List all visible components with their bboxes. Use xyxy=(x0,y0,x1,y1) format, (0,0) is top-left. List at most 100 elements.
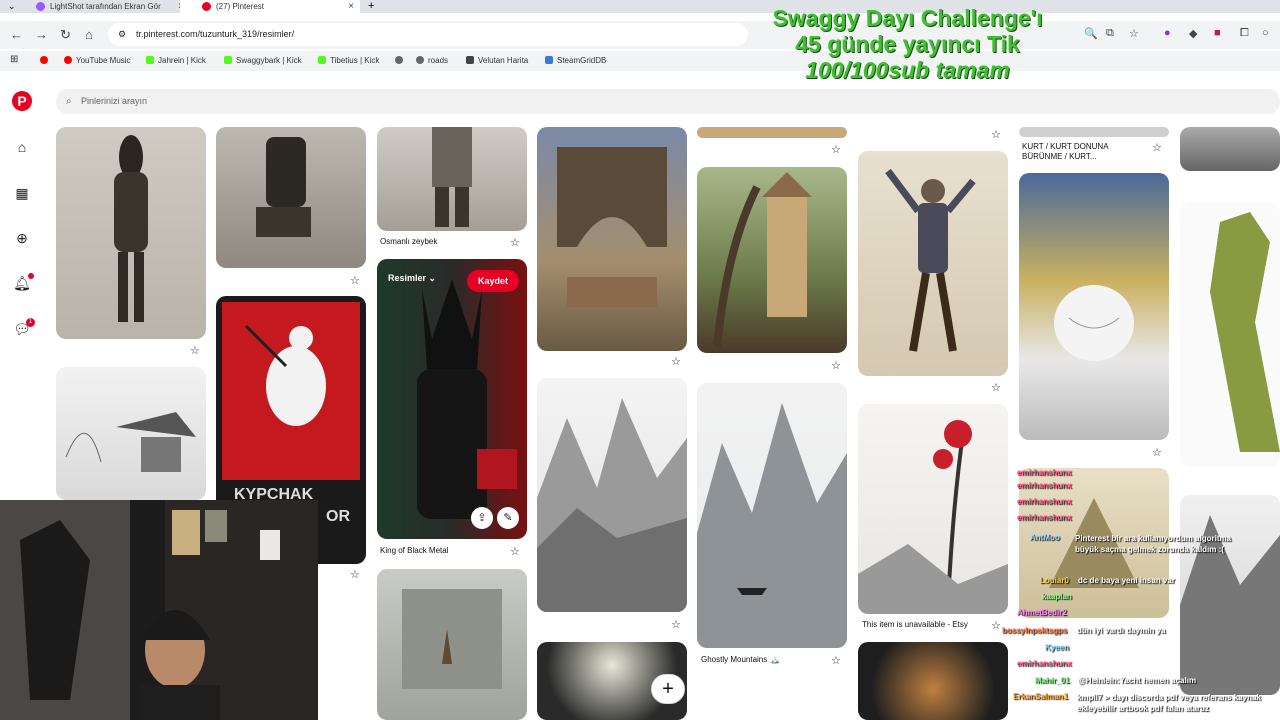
profile-icon[interactable]: ○ xyxy=(1262,27,1269,39)
pin-caption[interactable]: Ghostly Mountains 🏔️ xyxy=(701,655,779,664)
reload-icon[interactable]: ↻ xyxy=(60,27,71,43)
pin-red-tree[interactable] xyxy=(858,404,1008,614)
save-star-icon[interactable]: ☆ xyxy=(991,619,1001,632)
bookmark-steamgriddb[interactable]: SteamGridDB xyxy=(545,56,606,65)
save-star-icon[interactable]: ☆ xyxy=(831,654,841,667)
chat-username: bossylnpsktsgps xyxy=(1002,626,1068,635)
chat-username: emirhanshunx xyxy=(1017,513,1072,522)
pin-image xyxy=(713,172,812,348)
create-icon[interactable]: ⊕ xyxy=(13,229,31,247)
bookmark-star-icon[interactable]: ☆ xyxy=(1129,27,1139,40)
kick-icon xyxy=(224,56,232,64)
pin-image xyxy=(244,324,326,426)
tab-pinterest[interactable]: (27) Pinterest × xyxy=(180,0,360,13)
save-star-icon[interactable]: ☆ xyxy=(1152,446,1162,459)
bookmark-roads[interactable]: roads xyxy=(416,56,448,65)
save-star-icon[interactable]: ☆ xyxy=(991,381,1001,394)
pin-ruins-painting[interactable] xyxy=(537,127,687,351)
tab-label: (27) Pinterest xyxy=(216,2,265,11)
save-star-icon[interactable]: ☆ xyxy=(510,545,520,558)
roads-icon xyxy=(416,56,424,64)
close-tab-icon[interactable]: × xyxy=(348,0,354,13)
pin-osmanli-zeybek[interactable] xyxy=(377,127,527,231)
bookmark-globe[interactable] xyxy=(395,56,407,65)
save-star-icon[interactable]: ☆ xyxy=(350,568,360,581)
save-star-icon[interactable]: ☆ xyxy=(991,128,1001,141)
tab-lightshot[interactable]: LightShot tarafından Ekran Gör × xyxy=(14,0,190,13)
pin-top-partial-2[interactable] xyxy=(1019,127,1169,137)
bookmark-youtube[interactable] xyxy=(40,56,52,65)
share-icon[interactable]: ⇪ xyxy=(471,507,493,529)
chat-username: emirhanshunx xyxy=(1017,481,1072,490)
pin-king-of-black-metal[interactable] xyxy=(377,259,527,539)
overlay-line-2: 45 günde yayıncı Tik xyxy=(795,31,1020,57)
pin-caption[interactable]: KURT / KURT DONUNA BÜRÜNME / KURT... xyxy=(1022,142,1137,162)
pin-stone-cube[interactable] xyxy=(377,569,527,720)
save-star-icon[interactable]: ☆ xyxy=(1152,141,1162,154)
forward-icon[interactable]: → xyxy=(35,27,48,42)
new-tab-button[interactable]: + xyxy=(368,0,374,13)
extensions-puzzle-icon[interactable]: ⧠ xyxy=(1240,27,1249,40)
chat-username: kaaplan xyxy=(1042,592,1072,601)
board-select-button[interactable]: Resimler ⌄ xyxy=(388,273,436,284)
browser-tab-strip: ⌄ LightShot tarafından Ekran Gör × (27) … xyxy=(0,0,1280,13)
pin-dancing-man[interactable] xyxy=(858,151,1008,376)
edit-pencil-icon[interactable]: ✎ xyxy=(497,507,519,529)
extension-icon[interactable]: ● xyxy=(1164,27,1171,39)
pin-caption[interactable]: King of Black Metal xyxy=(380,546,448,555)
save-star-icon[interactable]: ☆ xyxy=(190,344,200,357)
cast-icon[interactable]: ⧉ xyxy=(1106,27,1114,40)
pin-image xyxy=(417,279,517,519)
pin-top-partial[interactable] xyxy=(697,127,847,138)
chat-username: emirhanshunx xyxy=(1017,468,1072,477)
chat-message: dün iyi vardı daymin ya xyxy=(1077,626,1166,635)
pin-ink-mountains-1[interactable] xyxy=(537,378,687,612)
bookmark-jahrein[interactable]: Jahrein | Kick xyxy=(146,56,206,65)
kick-icon xyxy=(146,56,154,64)
site-info-icon[interactable]: ⚙ xyxy=(118,23,126,46)
bookmark-label: SteamGridDB xyxy=(557,56,607,65)
pin-fisheye-2[interactable] xyxy=(858,642,1008,720)
pin-caption[interactable]: This item is unavailable - Etsy xyxy=(862,620,968,629)
search-icon: ⌕ xyxy=(66,96,72,107)
save-star-icon[interactable]: ☆ xyxy=(510,236,520,249)
messages-badge: 1 xyxy=(26,318,35,327)
pin-fairytale-tower[interactable] xyxy=(697,167,847,353)
webcam-overlay xyxy=(0,500,318,720)
search-input[interactable]: ⌕ Pinlerinizi arayın xyxy=(56,89,1280,114)
chat-message: Pinterest bir ara kullanıyordum algoritm… xyxy=(1075,534,1232,554)
pin-mask-bowl[interactable] xyxy=(1019,173,1169,440)
back-icon[interactable]: ← xyxy=(10,27,23,42)
pin-ottoman-portrait[interactable] xyxy=(56,127,206,339)
home-icon[interactable]: ⌂ xyxy=(85,27,93,42)
bookmark-swaggybark[interactable]: Swaggybark | Kick xyxy=(224,56,302,65)
boards-icon[interactable]: ▦ xyxy=(13,184,31,202)
extension-icon[interactable]: ■ xyxy=(1214,27,1221,39)
save-pin-button[interactable]: Kaydet xyxy=(467,270,519,292)
pin-ink-pagoda[interactable] xyxy=(1180,495,1280,695)
poster-subtitle: OR xyxy=(326,508,350,525)
pin-ink-pavilion[interactable] xyxy=(56,367,206,500)
chat-message: @Heinlein:Yacht hemen açalım xyxy=(1078,676,1197,685)
save-star-icon[interactable]: ☆ xyxy=(350,274,360,287)
pin-ghostly-mountains[interactable] xyxy=(697,383,847,648)
save-star-icon[interactable]: ☆ xyxy=(671,355,681,368)
chat-username: Louiar0 xyxy=(1040,576,1069,585)
apps-grid-icon[interactable]: ⊞ xyxy=(10,54,18,65)
bookmark-velutan[interactable]: Velutan Harita xyxy=(466,56,528,65)
pin-crocodile[interactable] xyxy=(1180,202,1280,467)
save-star-icon[interactable]: ☆ xyxy=(831,143,841,156)
bookmark-tibetius[interactable]: Tibetius | Kick xyxy=(318,56,379,65)
bookmark-youtube-music[interactable]: YouTube Music xyxy=(64,56,131,65)
pin-kneeling-warrior[interactable] xyxy=(216,127,366,268)
extension-icon[interactable]: ◆ xyxy=(1189,27,1197,40)
url-field[interactable]: ⚙ tr.pinterest.com/tuzunturk_319/resimle… xyxy=(108,23,748,46)
pin-caption[interactable]: Osmanlı zeybek xyxy=(380,237,437,246)
add-pin-fab-button[interactable]: + xyxy=(651,674,685,704)
home-icon[interactable]: ⌂ xyxy=(13,138,31,156)
save-star-icon[interactable]: ☆ xyxy=(831,359,841,372)
save-star-icon[interactable]: ☆ xyxy=(671,618,681,631)
pinterest-logo-icon[interactable]: P xyxy=(12,91,32,111)
zoom-icon[interactable]: 🔍 xyxy=(1084,27,1098,40)
pin-soldiers-partial[interactable] xyxy=(1180,127,1280,171)
